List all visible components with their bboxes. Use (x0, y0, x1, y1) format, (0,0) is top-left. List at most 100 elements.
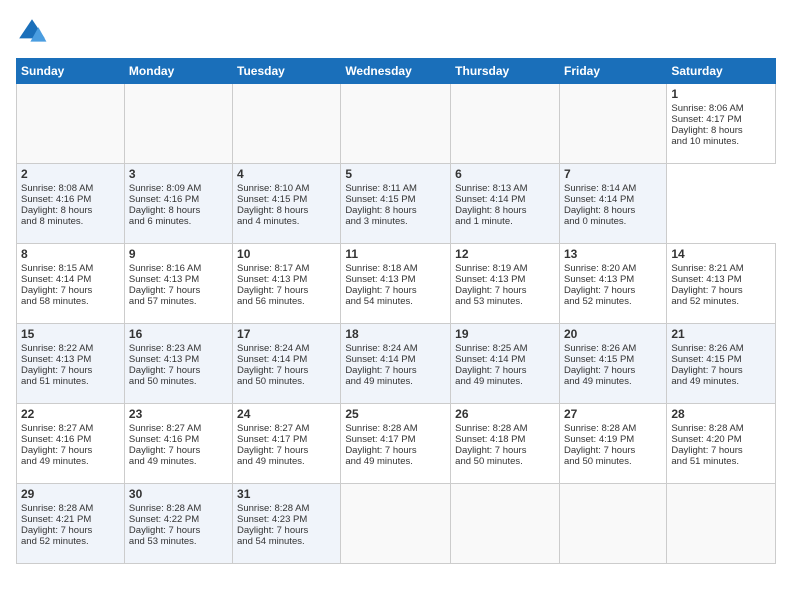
calendar-cell (233, 84, 341, 164)
day-info-line: Sunset: 4:18 PM (455, 434, 555, 445)
day-info-line: Sunrise: 8:28 AM (455, 423, 555, 434)
calendar-cell: 18Sunrise: 8:24 AMSunset: 4:14 PMDayligh… (341, 324, 451, 404)
day-info-line: Sunset: 4:14 PM (345, 354, 446, 365)
calendar-cell: 7Sunrise: 8:14 AMSunset: 4:14 PMDaylight… (559, 164, 666, 244)
day-info-line: Sunrise: 8:27 AM (237, 423, 336, 434)
day-info-line: Sunset: 4:23 PM (237, 514, 336, 525)
day-info-line: Sunset: 4:13 PM (129, 354, 228, 365)
day-info-line: Sunrise: 8:15 AM (21, 263, 120, 274)
calendar-cell: 15Sunrise: 8:22 AMSunset: 4:13 PMDayligh… (17, 324, 125, 404)
day-number: 29 (21, 487, 120, 501)
day-info-line: Sunset: 4:13 PM (129, 274, 228, 285)
day-info-line: and 50 minutes. (564, 456, 662, 467)
day-info-line: Sunset: 4:13 PM (345, 274, 446, 285)
day-number: 23 (129, 407, 228, 421)
day-number: 8 (21, 247, 120, 261)
calendar-cell: 22Sunrise: 8:27 AMSunset: 4:16 PMDayligh… (17, 404, 125, 484)
day-info-line: Daylight: 7 hours (564, 445, 662, 456)
day-info-line: Daylight: 7 hours (345, 445, 446, 456)
day-info-line: Sunrise: 8:11 AM (345, 183, 446, 194)
calendar-cell: 16Sunrise: 8:23 AMSunset: 4:13 PMDayligh… (124, 324, 232, 404)
day-info-line: Sunrise: 8:23 AM (129, 343, 228, 354)
day-info-line: Sunset: 4:15 PM (564, 354, 662, 365)
calendar-header-wednesday: Wednesday (341, 59, 451, 84)
day-info-line: and 49 minutes. (345, 376, 446, 387)
calendar-cell: 14Sunrise: 8:21 AMSunset: 4:13 PMDayligh… (667, 244, 776, 324)
day-number: 22 (21, 407, 120, 421)
calendar-cell: 26Sunrise: 8:28 AMSunset: 4:18 PMDayligh… (451, 404, 560, 484)
day-info-line: Daylight: 7 hours (455, 285, 555, 296)
logo (16, 16, 52, 48)
calendar-header-row: SundayMondayTuesdayWednesdayThursdayFrid… (17, 59, 776, 84)
day-info-line: Sunset: 4:13 PM (671, 274, 771, 285)
day-number: 28 (671, 407, 771, 421)
calendar-cell (559, 484, 666, 564)
day-info-line: Daylight: 7 hours (671, 445, 771, 456)
day-info-line: and 49 minutes. (345, 456, 446, 467)
day-info-line: Sunrise: 8:13 AM (455, 183, 555, 194)
calendar-week-row: 2Sunrise: 8:08 AMSunset: 4:16 PMDaylight… (17, 164, 776, 244)
day-info-line: and 50 minutes. (129, 376, 228, 387)
day-info-line: Sunrise: 8:28 AM (21, 503, 120, 514)
logo-icon (16, 16, 48, 48)
day-info-line: Sunrise: 8:22 AM (21, 343, 120, 354)
header (16, 16, 776, 48)
calendar-week-row: 1Sunrise: 8:06 AMSunset: 4:17 PMDaylight… (17, 84, 776, 164)
day-info-line: and 49 minutes. (455, 376, 555, 387)
day-info-line: Sunset: 4:16 PM (129, 194, 228, 205)
day-info-line: Sunrise: 8:28 AM (345, 423, 446, 434)
calendar-cell: 30Sunrise: 8:28 AMSunset: 4:22 PMDayligh… (124, 484, 232, 564)
calendar-header-monday: Monday (124, 59, 232, 84)
day-info-line: and 56 minutes. (237, 296, 336, 307)
day-info-line: Daylight: 7 hours (237, 445, 336, 456)
day-info-line: Sunrise: 8:10 AM (237, 183, 336, 194)
day-info-line: Sunrise: 8:18 AM (345, 263, 446, 274)
day-info-line: Sunset: 4:15 PM (237, 194, 336, 205)
day-info-line: Daylight: 7 hours (129, 365, 228, 376)
day-number: 2 (21, 167, 120, 181)
day-info-line: Daylight: 7 hours (21, 365, 120, 376)
calendar-cell: 28Sunrise: 8:28 AMSunset: 4:20 PMDayligh… (667, 404, 776, 484)
calendar-cell: 6Sunrise: 8:13 AMSunset: 4:14 PMDaylight… (451, 164, 560, 244)
day-number: 21 (671, 327, 771, 341)
calendar-cell (124, 84, 232, 164)
day-info-line: Sunrise: 8:24 AM (345, 343, 446, 354)
day-info-line: Sunrise: 8:27 AM (21, 423, 120, 434)
day-number: 12 (455, 247, 555, 261)
day-info-line: Sunset: 4:13 PM (455, 274, 555, 285)
day-info-line: Sunrise: 8:08 AM (21, 183, 120, 194)
day-info-line: Sunrise: 8:27 AM (129, 423, 228, 434)
day-info-line: Daylight: 8 hours (129, 205, 228, 216)
day-info-line: and 58 minutes. (21, 296, 120, 307)
calendar-header-thursday: Thursday (451, 59, 560, 84)
day-info-line: and 50 minutes. (237, 376, 336, 387)
calendar-cell: 1Sunrise: 8:06 AMSunset: 4:17 PMDaylight… (667, 84, 776, 164)
day-info-line: Sunrise: 8:26 AM (671, 343, 771, 354)
calendar-header-saturday: Saturday (667, 59, 776, 84)
day-info-line: Sunset: 4:20 PM (671, 434, 771, 445)
calendar-cell: 19Sunrise: 8:25 AMSunset: 4:14 PMDayligh… (451, 324, 560, 404)
calendar-cell: 4Sunrise: 8:10 AMSunset: 4:15 PMDaylight… (233, 164, 341, 244)
day-number: 6 (455, 167, 555, 181)
day-info-line: and 49 minutes. (671, 376, 771, 387)
day-info-line: Sunset: 4:13 PM (564, 274, 662, 285)
day-info-line: Daylight: 7 hours (564, 365, 662, 376)
calendar-cell: 29Sunrise: 8:28 AMSunset: 4:21 PMDayligh… (17, 484, 125, 564)
day-info-line: Sunset: 4:13 PM (237, 274, 336, 285)
calendar-cell: 2Sunrise: 8:08 AMSunset: 4:16 PMDaylight… (17, 164, 125, 244)
day-info-line: Sunrise: 8:25 AM (455, 343, 555, 354)
day-info-line: Sunset: 4:15 PM (671, 354, 771, 365)
calendar-cell (451, 84, 560, 164)
day-info-line: Daylight: 7 hours (564, 285, 662, 296)
day-info-line: Daylight: 8 hours (345, 205, 446, 216)
day-number: 3 (129, 167, 228, 181)
day-info-line: and 51 minutes. (21, 376, 120, 387)
calendar-header-tuesday: Tuesday (233, 59, 341, 84)
day-info-line: and 52 minutes. (671, 296, 771, 307)
day-info-line: Sunset: 4:16 PM (129, 434, 228, 445)
day-info-line: and 54 minutes. (237, 536, 336, 547)
day-info-line: and 50 minutes. (455, 456, 555, 467)
calendar-cell: 20Sunrise: 8:26 AMSunset: 4:15 PMDayligh… (559, 324, 666, 404)
day-info-line: Sunset: 4:16 PM (21, 434, 120, 445)
day-number: 20 (564, 327, 662, 341)
